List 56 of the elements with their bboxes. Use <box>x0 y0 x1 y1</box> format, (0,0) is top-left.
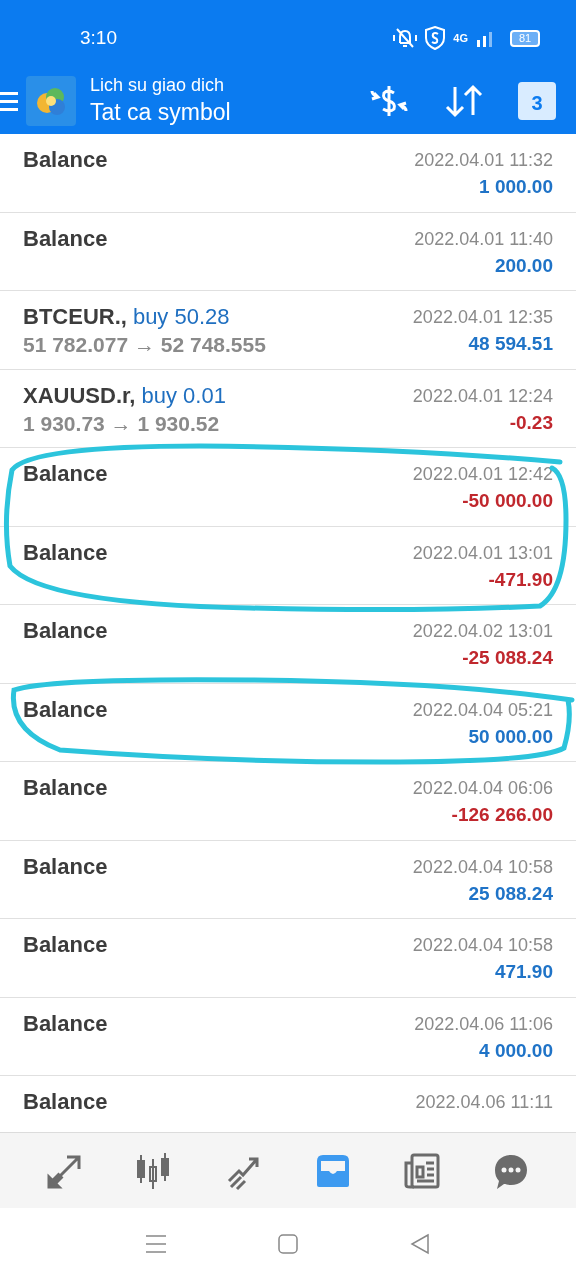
row-title: Balance <box>23 852 108 881</box>
row-title: Balance <box>23 460 108 488</box>
row-amount: -126 266.00 <box>451 803 553 827</box>
row-title: Balance <box>23 1088 108 1116</box>
row-time: 2022.04.01 12:42 <box>412 463 553 486</box>
row-time: 2022.04.01 12:24 <box>412 384 553 408</box>
row-time: 2022.04.04 10:58 <box>412 934 553 957</box>
shield-icon <box>425 26 446 50</box>
menu-icon[interactable] <box>0 89 18 113</box>
row-amount: -25 088.24 <box>462 646 553 670</box>
sort-icon[interactable] <box>444 83 484 119</box>
battery-indicator: 81 <box>510 29 540 47</box>
row-time: 2022.04.04 10:58 <box>412 855 553 879</box>
row-time: 2022.04.04 06:06 <box>412 777 553 800</box>
row-amount: 50 000.00 <box>468 724 553 749</box>
row-title: Balance <box>23 224 108 253</box>
trade-side: buy 0.01 <box>141 381 226 410</box>
toolbar-subtitle: Lich su giao dich <box>90 74 226 96</box>
row-amount: -0.23 <box>509 410 553 435</box>
home-icon[interactable] <box>277 1233 299 1255</box>
row-title: XAUUSD.r, <box>23 381 136 410</box>
row-amount: 200.00 <box>494 253 553 278</box>
row-amount: 48 594.51 <box>468 332 553 356</box>
row-time: 2022.04.04 05:21 <box>412 698 553 722</box>
menu-icon[interactable] <box>145 1233 167 1255</box>
status-time: 3:10 <box>80 25 117 50</box>
row-title: Balance <box>23 774 108 802</box>
row-title: Balance <box>23 146 108 174</box>
row-time: 2022.04.06 11:06 <box>414 1012 553 1036</box>
row-title: Balance <box>23 931 108 959</box>
currency-exchange-icon[interactable] <box>368 83 410 119</box>
row-amount: 471.90 <box>494 960 553 984</box>
app-logo <box>26 76 76 126</box>
row-title: Balance <box>23 1009 108 1038</box>
row-amount: 25 088.24 <box>468 881 553 906</box>
row-title: BTCEUR., <box>23 303 127 331</box>
row-title: Balance <box>23 695 108 724</box>
trade-prices: 1 930.73 → 1 930.52 <box>23 410 221 437</box>
row-amount: -471.90 <box>488 567 553 592</box>
row-time: 2022.04.01 13:01 <box>412 541 553 565</box>
row-time: 2022.04.06 11:11 <box>415 1091 553 1114</box>
trade-side: buy 50.28 <box>132 303 230 331</box>
row-time: 2022.04.01 12:35 <box>412 306 553 329</box>
back-icon[interactable] <box>409 1233 431 1255</box>
row-time: 2022.04.01 11:32 <box>414 149 553 172</box>
row-title: Balance <box>23 538 108 567</box>
toolbar-title: Tat ca symbol <box>90 98 231 127</box>
row-amount: -50 000.00 <box>462 489 553 513</box>
row-time: 2022.04.01 11:40 <box>414 227 553 251</box>
row-amount: 4 000.00 <box>479 1038 553 1063</box>
trade-prices: 51 782.077 → 52 748.555 <box>23 332 266 358</box>
row-title: Balance <box>23 617 108 645</box>
row-time: 2022.04.02 13:01 <box>412 620 553 643</box>
network-type: 4G <box>453 30 468 46</box>
row-amount: 1 000.00 <box>479 175 553 199</box>
muted-bell-icon <box>393 27 418 49</box>
